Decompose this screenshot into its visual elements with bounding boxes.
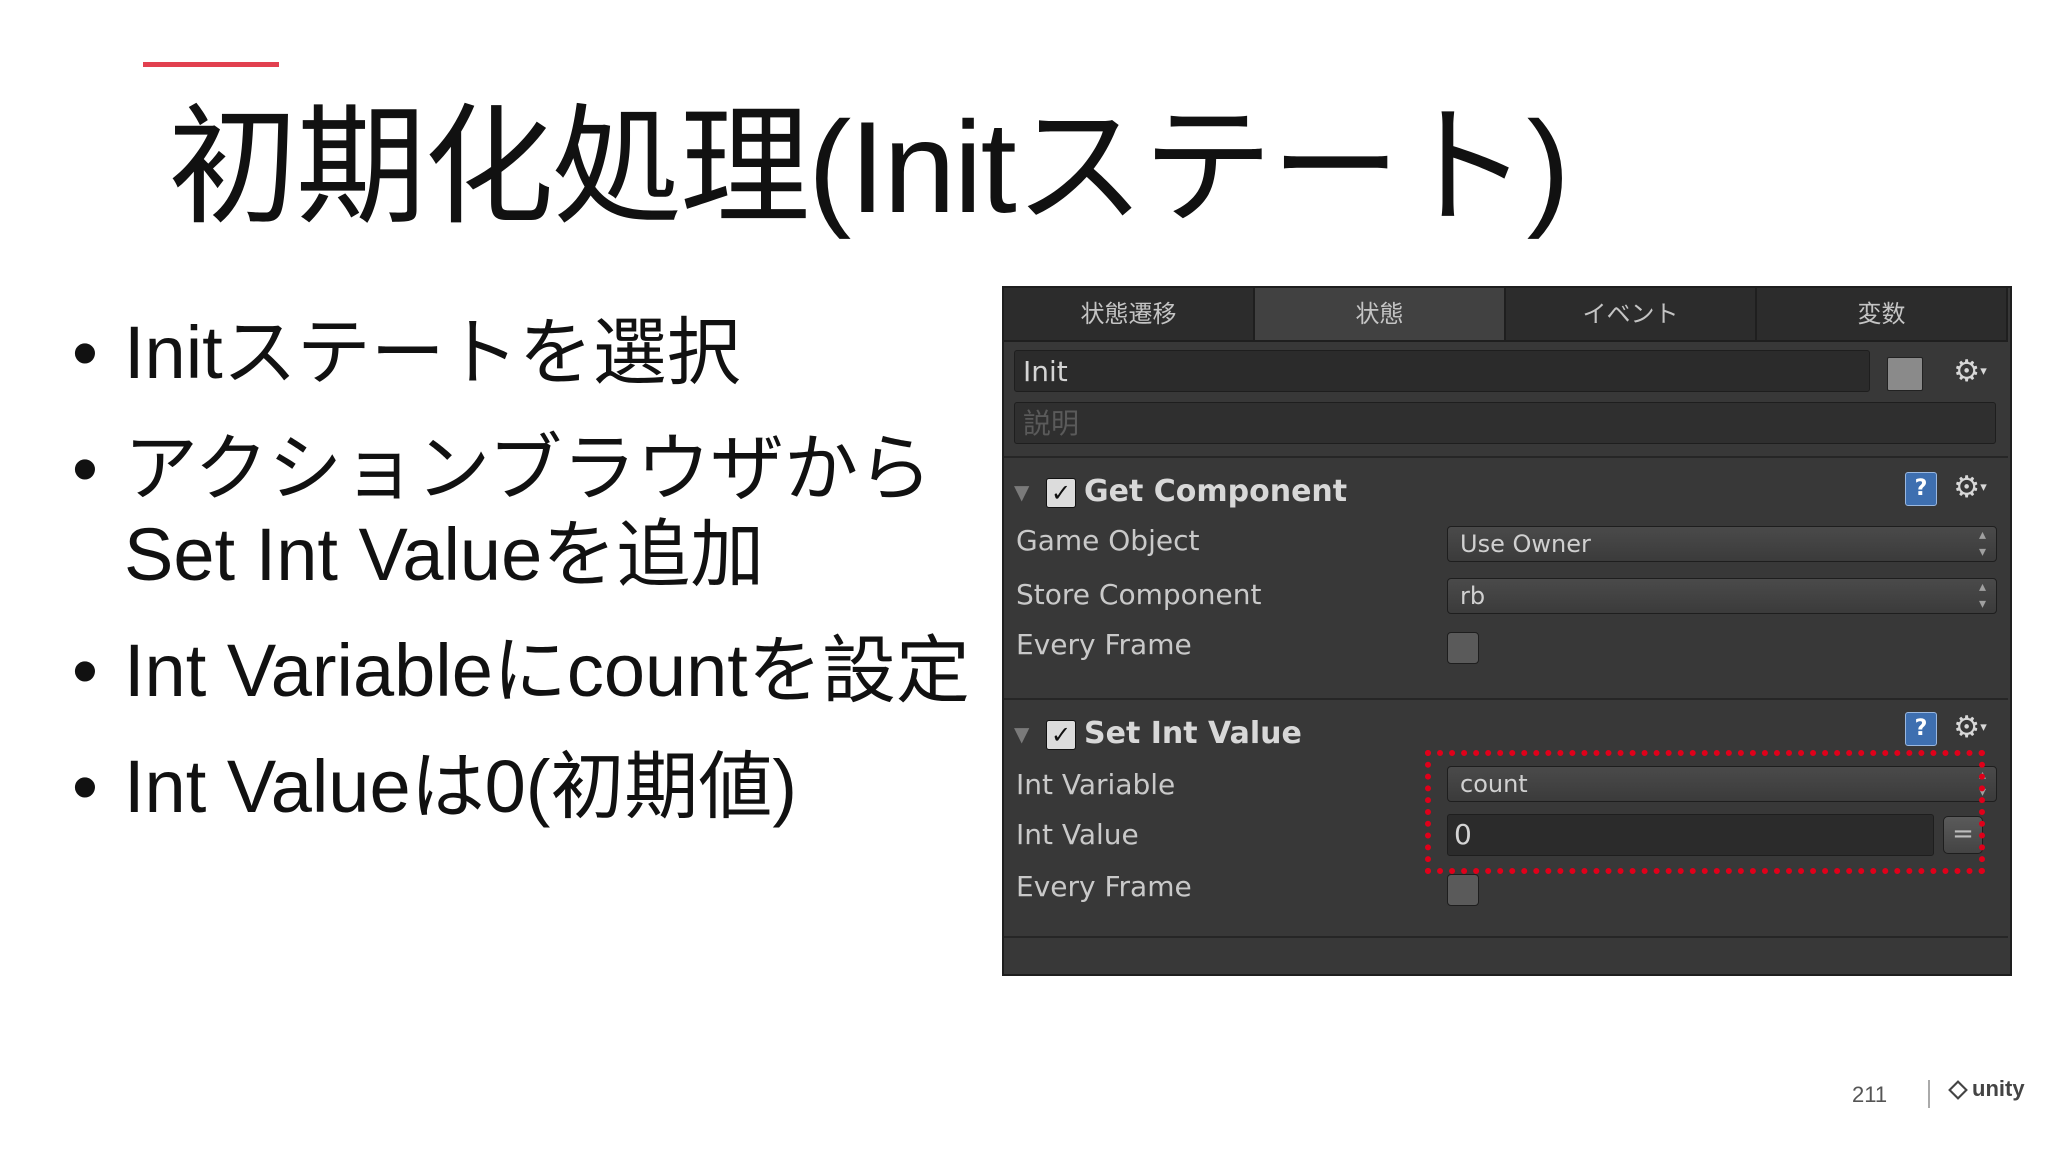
bullet-dot: • [72, 629, 98, 712]
highlight-box [1425, 750, 1985, 874]
action-header-get-component[interactable]: ▼ ✓ Get Component [1014, 470, 1347, 514]
fold-triangle-icon[interactable]: ▼ [1014, 470, 1038, 514]
game-object-dropdown[interactable]: Use Owner ▴ ▾ [1447, 526, 1997, 562]
action-header-set-int-value[interactable]: ▼ ✓ Set Int Value [1014, 712, 1302, 756]
checkmark-icon: ✓ [1050, 478, 1072, 507]
updown-arrows-icon: ▴ ▾ [1978, 579, 1986, 612]
unity-cube-icon [1948, 1080, 1968, 1101]
tab-events[interactable]: イベント [1506, 288, 1757, 340]
divider [1004, 698, 2008, 700]
dropdown-value: Use Owner [1460, 530, 1591, 558]
bullet-text: アクションブラウザからSet Int Valueを追加 [124, 427, 933, 596]
gear-icon[interactable]: ⚙▾ [1950, 354, 1990, 390]
checkmark-icon: ✓ [1050, 720, 1072, 749]
bullet-text: Initステートを選択 [124, 311, 741, 394]
store-component-dropdown[interactable]: rb ▴ ▾ [1447, 578, 1997, 614]
action-title: Get Component [1084, 474, 1348, 509]
divider [1004, 456, 2008, 458]
bullet-dot: • [72, 311, 98, 394]
action-enabled-checkbox[interactable]: ✓ [1046, 477, 1076, 508]
help-icon[interactable]: ? [1905, 712, 1937, 746]
property-label: Every Frame [1016, 628, 1192, 661]
updown-arrows-icon: ▴ ▾ [1978, 527, 1986, 560]
divider [1004, 936, 2008, 938]
bullet-dot: • [72, 427, 98, 510]
description-field[interactable]: 説明 [1014, 402, 1996, 444]
bullet-item: • Int Valueは0(初期値) [70, 744, 970, 830]
action-enabled-checkbox[interactable]: ✓ [1046, 719, 1076, 750]
bullet-list: • Initステートを選択 • アクションブラウザからSet Int Valueを追… [70, 310, 970, 860]
dropdown-value: rb [1460, 582, 1486, 610]
bullet-item: • Int Variableにcountを設定 [70, 628, 970, 714]
property-label: Every Frame [1016, 870, 1192, 903]
every-frame-checkbox[interactable] [1447, 632, 1479, 664]
inspector-tabs: 状態遷移 状態 イベント 変数 [1004, 288, 2008, 342]
tab-state[interactable]: 状態 [1255, 288, 1506, 340]
every-frame-checkbox[interactable] [1447, 874, 1479, 906]
accent-line [143, 62, 279, 67]
tab-variables[interactable]: 変数 [1757, 288, 2008, 340]
property-label: Store Component [1016, 578, 1262, 611]
fold-triangle-icon[interactable]: ▼ [1014, 712, 1038, 756]
property-label: Game Object [1016, 524, 1200, 557]
gear-icon[interactable]: ⚙▾ [1950, 710, 1990, 746]
state-name-field[interactable]: Init [1014, 350, 1870, 392]
bullet-text: Int Valueは0(初期値) [124, 745, 798, 828]
footer-separator [1928, 1080, 1930, 1108]
bullet-text: Int Variableにcountを設定 [124, 629, 970, 712]
gear-icon[interactable]: ⚙▾ [1950, 470, 1990, 506]
tab-transitions[interactable]: 状態遷移 [1004, 288, 1255, 340]
bullet-item: • アクションブラウザからSet Int Valueを追加 [70, 426, 970, 598]
property-label: Int Value [1016, 818, 1139, 851]
action-title: Set Int Value [1084, 716, 1302, 751]
bullet-dot: • [72, 745, 98, 828]
slide-title: 初期化処理(Initステート) [168, 94, 1570, 240]
bullet-item: • Initステートを選択 [70, 310, 970, 396]
unity-logo: unity [1948, 1076, 2025, 1102]
logo-text: unity [1972, 1076, 2025, 1101]
page-number: 211 [1852, 1082, 1888, 1107]
property-label: Int Variable [1016, 768, 1176, 801]
help-icon[interactable]: ? [1905, 472, 1937, 506]
state-color-swatch[interactable] [1887, 357, 1923, 391]
